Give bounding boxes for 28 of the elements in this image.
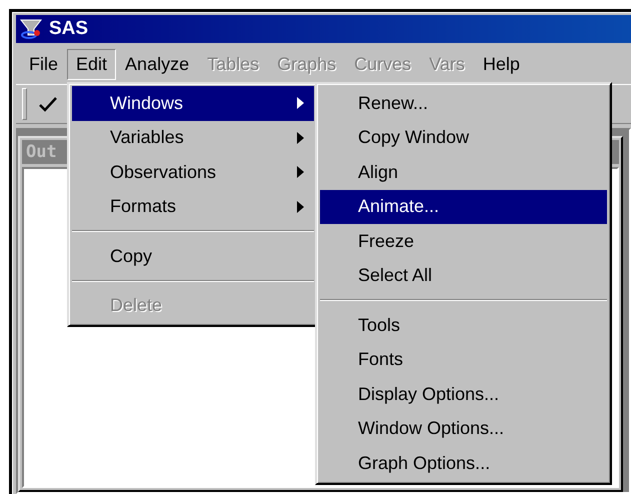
menu-item[interactable]: Copy Window <box>320 120 607 155</box>
window-title: SAS <box>49 18 88 40</box>
app-logo-icon <box>20 18 44 40</box>
submenu-arrow-icon <box>297 200 304 213</box>
toolbar-grip[interactable] <box>22 88 27 120</box>
submenu-arrow-icon <box>297 97 304 110</box>
menu-item[interactable]: Variables <box>72 120 314 155</box>
menu-bar-item[interactable]: Help <box>474 48 529 80</box>
menu-item[interactable]: Copy <box>72 239 314 274</box>
menu-bar-item[interactable]: Analyze <box>116 48 198 80</box>
submenu-arrow-icon <box>297 166 304 178</box>
menu-item[interactable]: Tools <box>320 308 607 342</box>
menu-item[interactable]: Display Options... <box>320 377 607 412</box>
menu-item[interactable]: Windows <box>72 86 314 120</box>
menu-item[interactable]: Observations <box>72 155 314 190</box>
menu-bar-item[interactable]: Edit <box>67 48 116 80</box>
menu-item[interactable]: Align <box>320 155 607 190</box>
menu-item[interactable]: Fonts <box>320 342 607 377</box>
menu-bar-item[interactable]: File <box>20 48 68 80</box>
menu-item[interactable]: Renew... <box>320 86 607 120</box>
menu-item[interactable]: Animate... <box>320 190 607 224</box>
menu-item[interactable]: Formats <box>72 190 314 224</box>
menu-item[interactable]: Select All <box>320 258 607 293</box>
menu-item[interactable]: Freeze <box>320 224 607 258</box>
window-title: Out <box>26 142 57 162</box>
menu-item[interactable]: Graph Options... <box>320 446 607 480</box>
submenu-arrow-icon <box>297 132 304 144</box>
menu-item[interactable]: Window Options... <box>320 412 607 446</box>
